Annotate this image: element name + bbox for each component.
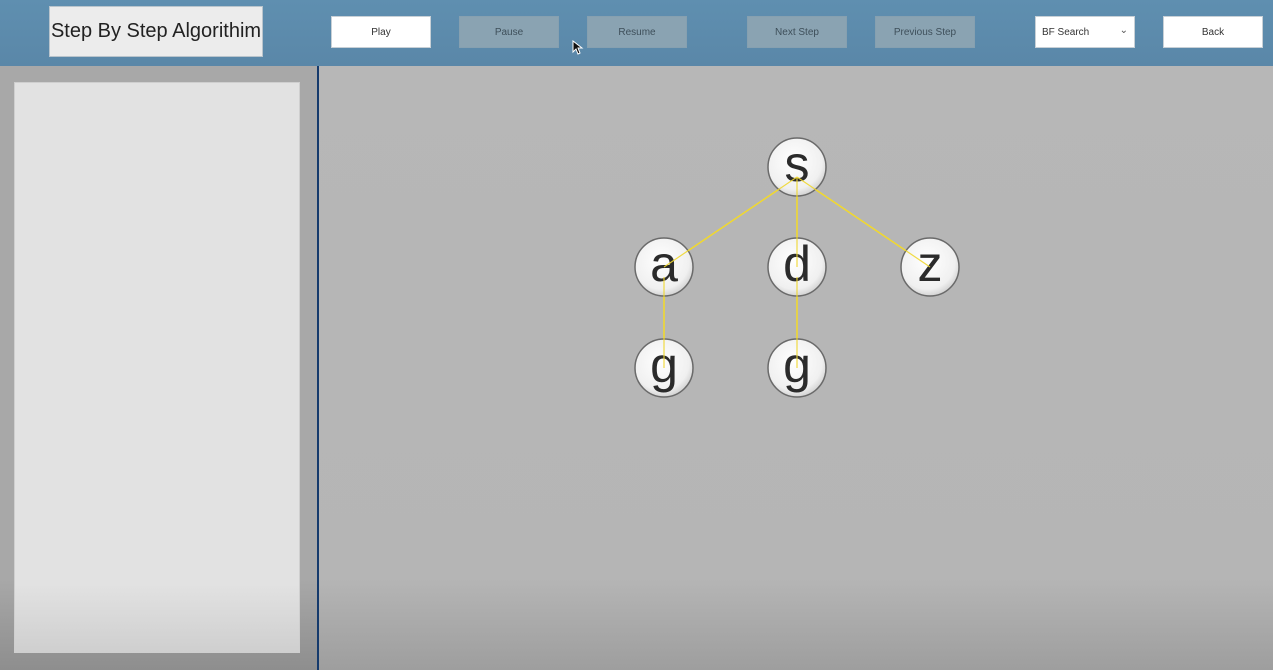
graph-canvas: sadzgg bbox=[319, 66, 1273, 670]
previous-step-button[interactable]: Previous Step bbox=[875, 16, 975, 48]
mouse-cursor-icon bbox=[572, 40, 584, 55]
resume-button[interactable]: Resume bbox=[587, 16, 687, 48]
algorithm-select[interactable]: BF Search ⌄ bbox=[1035, 16, 1135, 48]
pause-button[interactable]: Pause bbox=[459, 16, 559, 48]
algorithm-select-value: BF Search bbox=[1042, 26, 1090, 38]
tree-node-z: z bbox=[900, 236, 960, 297]
chevron-down-icon: ⌄ bbox=[1119, 25, 1128, 36]
info-panel bbox=[14, 82, 300, 653]
play-button[interactable]: Play bbox=[331, 16, 431, 48]
search-tree: sa d zg g bbox=[634, 136, 960, 398]
next-step-button[interactable]: Next Step bbox=[747, 16, 847, 48]
app-title: Step By Step Algorithim bbox=[49, 6, 263, 57]
back-button[interactable]: Back bbox=[1163, 16, 1263, 48]
toolbar: Step By Step Algorithim Play Pause Resum… bbox=[0, 0, 1273, 66]
node-label: z bbox=[918, 236, 943, 292]
